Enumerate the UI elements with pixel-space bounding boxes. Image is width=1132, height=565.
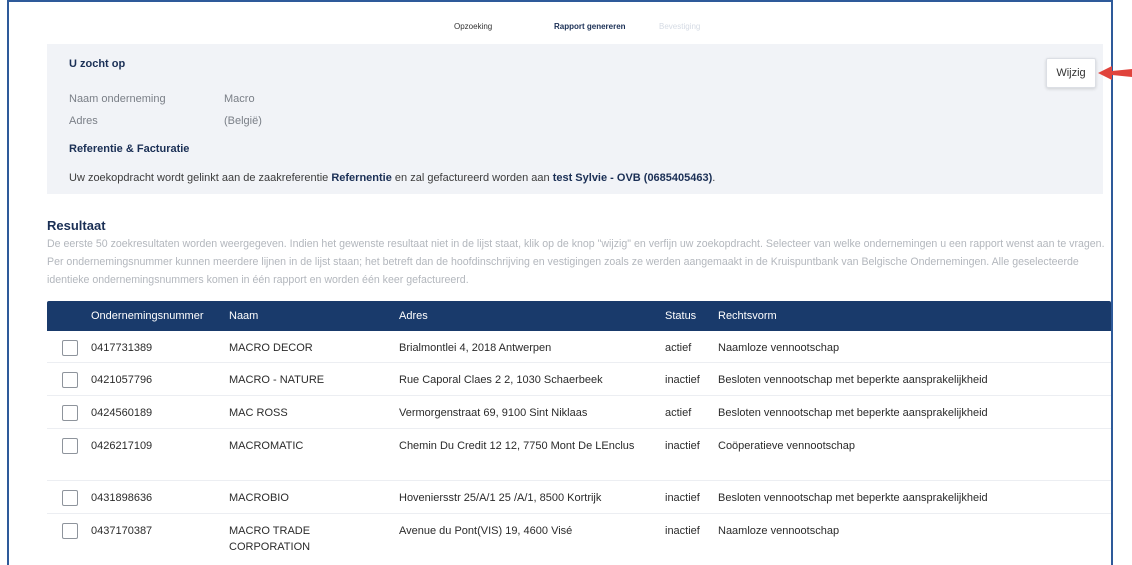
company-name-value: Macro bbox=[224, 93, 255, 105]
table-row[interactable]: 0431898636 MACROBIO Hoveniersstr 25/A/1 … bbox=[47, 481, 1111, 514]
step-confirmation: Bevestiging bbox=[659, 22, 701, 31]
company-status: inactief bbox=[665, 440, 700, 452]
row-checkbox[interactable] bbox=[62, 372, 78, 388]
progress-steps: Opzoeking Rapport genereren Bevestiging bbox=[9, 22, 1111, 38]
table-header: Ondernemingsnummer Naam Adres Status Rec… bbox=[47, 301, 1111, 331]
search-summary-panel: U zocht op Naam onderneming Macro Adres … bbox=[47, 44, 1103, 194]
row-checkbox[interactable] bbox=[62, 405, 78, 421]
company-number: 0417731389 bbox=[91, 342, 153, 354]
arrow-pointer-icon bbox=[1098, 66, 1132, 80]
page-frame: Opzoeking Rapport genereren Bevestiging … bbox=[7, 0, 1113, 565]
reference-billing-title: Referentie & Facturatie bbox=[69, 143, 190, 155]
step-search: Opzoeking bbox=[454, 22, 493, 31]
company-address: Brialmontlei 4, 2018 Antwerpen bbox=[399, 342, 552, 354]
company-address: Chemin Du Credit 12 12, 7750 Mont De LEn… bbox=[399, 440, 635, 452]
results-description: De eerste 50 zoekresultaten worden weerg… bbox=[47, 238, 1105, 286]
company-status: inactief bbox=[665, 525, 700, 537]
company-number: 0424560189 bbox=[91, 407, 153, 419]
company-name: MACRO - NATURE bbox=[229, 374, 325, 386]
billing-name: test Sylvie - OVB (0685405463) bbox=[552, 172, 713, 184]
company-legal-form: Besloten vennootschap met beperkte aansp… bbox=[718, 407, 988, 419]
company-name: MACROBIO bbox=[229, 492, 289, 504]
company-number: 0437170387 bbox=[91, 525, 153, 537]
company-legal-form: Naamloze vennootschap bbox=[718, 342, 840, 354]
step-generate-report: Rapport genereren bbox=[554, 22, 626, 31]
company-name: MACRO DECOR bbox=[229, 342, 313, 354]
address-label: Adres bbox=[69, 115, 98, 127]
company-address: Vermorgenstraat 69, 9100 Sint Niklaas bbox=[399, 407, 588, 419]
company-number: 0426217109 bbox=[91, 440, 153, 452]
company-status: inactief bbox=[665, 374, 700, 386]
table-row[interactable]: 0426217109 MACROMATIC Chemin Du Credit 1… bbox=[47, 429, 1111, 481]
table-row[interactable]: 0437170387 MACRO TRADE CORPORATION Avenu… bbox=[47, 514, 1111, 565]
company-name: MACROMATIC bbox=[229, 440, 304, 452]
reference-text-after: . bbox=[712, 172, 716, 184]
results-title: Resultaat bbox=[47, 218, 106, 233]
company-legal-form: Naamloze vennootschap bbox=[718, 525, 840, 537]
company-number: 0421057796 bbox=[91, 374, 153, 386]
company-legal-form: Coöperatieve vennootschap bbox=[718, 440, 855, 452]
company-name-label: Naam onderneming bbox=[69, 93, 166, 105]
company-name: MAC ROSS bbox=[229, 407, 288, 419]
reference-text: Uw zoekopdracht wordt gelinkt aan de zaa… bbox=[69, 172, 715, 184]
row-checkbox[interactable] bbox=[62, 523, 78, 539]
table-row[interactable]: 0424560189 MAC ROSS Vermorgenstraat 69, … bbox=[47, 396, 1111, 429]
header-status[interactable]: Status bbox=[665, 310, 696, 322]
company-name: MACRO TRADE CORPORATION bbox=[229, 525, 311, 553]
company-legal-form: Besloten vennootschap met beperkte aansp… bbox=[718, 492, 988, 504]
header-legal-form[interactable]: Rechtsvorm bbox=[718, 310, 777, 322]
address-value: (België) bbox=[224, 115, 262, 127]
row-checkbox[interactable] bbox=[62, 490, 78, 506]
company-status: actief bbox=[665, 407, 692, 419]
results-table: Ondernemingsnummer Naam Adres Status Rec… bbox=[47, 301, 1111, 565]
company-address: Rue Caporal Claes 2 2, 1030 Schaerbeek bbox=[399, 374, 603, 386]
row-checkbox[interactable] bbox=[62, 340, 78, 356]
header-name[interactable]: Naam bbox=[229, 310, 379, 322]
reference-text-middle: en zal gefactureerd worden aan bbox=[391, 172, 553, 184]
header-company-number[interactable]: Ondernemingsnummer bbox=[91, 310, 204, 322]
edit-search-button[interactable]: Wijzig bbox=[1046, 58, 1096, 88]
header-address[interactable]: Adres bbox=[399, 310, 651, 322]
search-summary-title: U zocht op bbox=[69, 58, 126, 70]
company-address: Hoveniersstr 25/A/1 25 /A/1, 8500 Kortri… bbox=[399, 492, 602, 504]
reference-text-before: Uw zoekopdracht wordt gelinkt aan de zaa… bbox=[69, 172, 332, 184]
reference-name: Refernentie bbox=[331, 172, 392, 184]
row-checkbox[interactable] bbox=[62, 438, 78, 454]
company-legal-form: Besloten vennootschap met beperkte aansp… bbox=[718, 374, 988, 386]
table-row[interactable]: 0421057796 MACRO - NATURE Rue Caporal Cl… bbox=[47, 363, 1111, 396]
table-row[interactable]: 0417731389 MACRO DECOR Brialmontlei 4, 2… bbox=[47, 331, 1111, 363]
company-address: Avenue du Pont(VIS) 19, 4600 Visé bbox=[399, 525, 573, 537]
company-status: inactief bbox=[665, 492, 700, 504]
company-number: 0431898636 bbox=[91, 492, 153, 504]
company-status: actief bbox=[665, 342, 692, 354]
